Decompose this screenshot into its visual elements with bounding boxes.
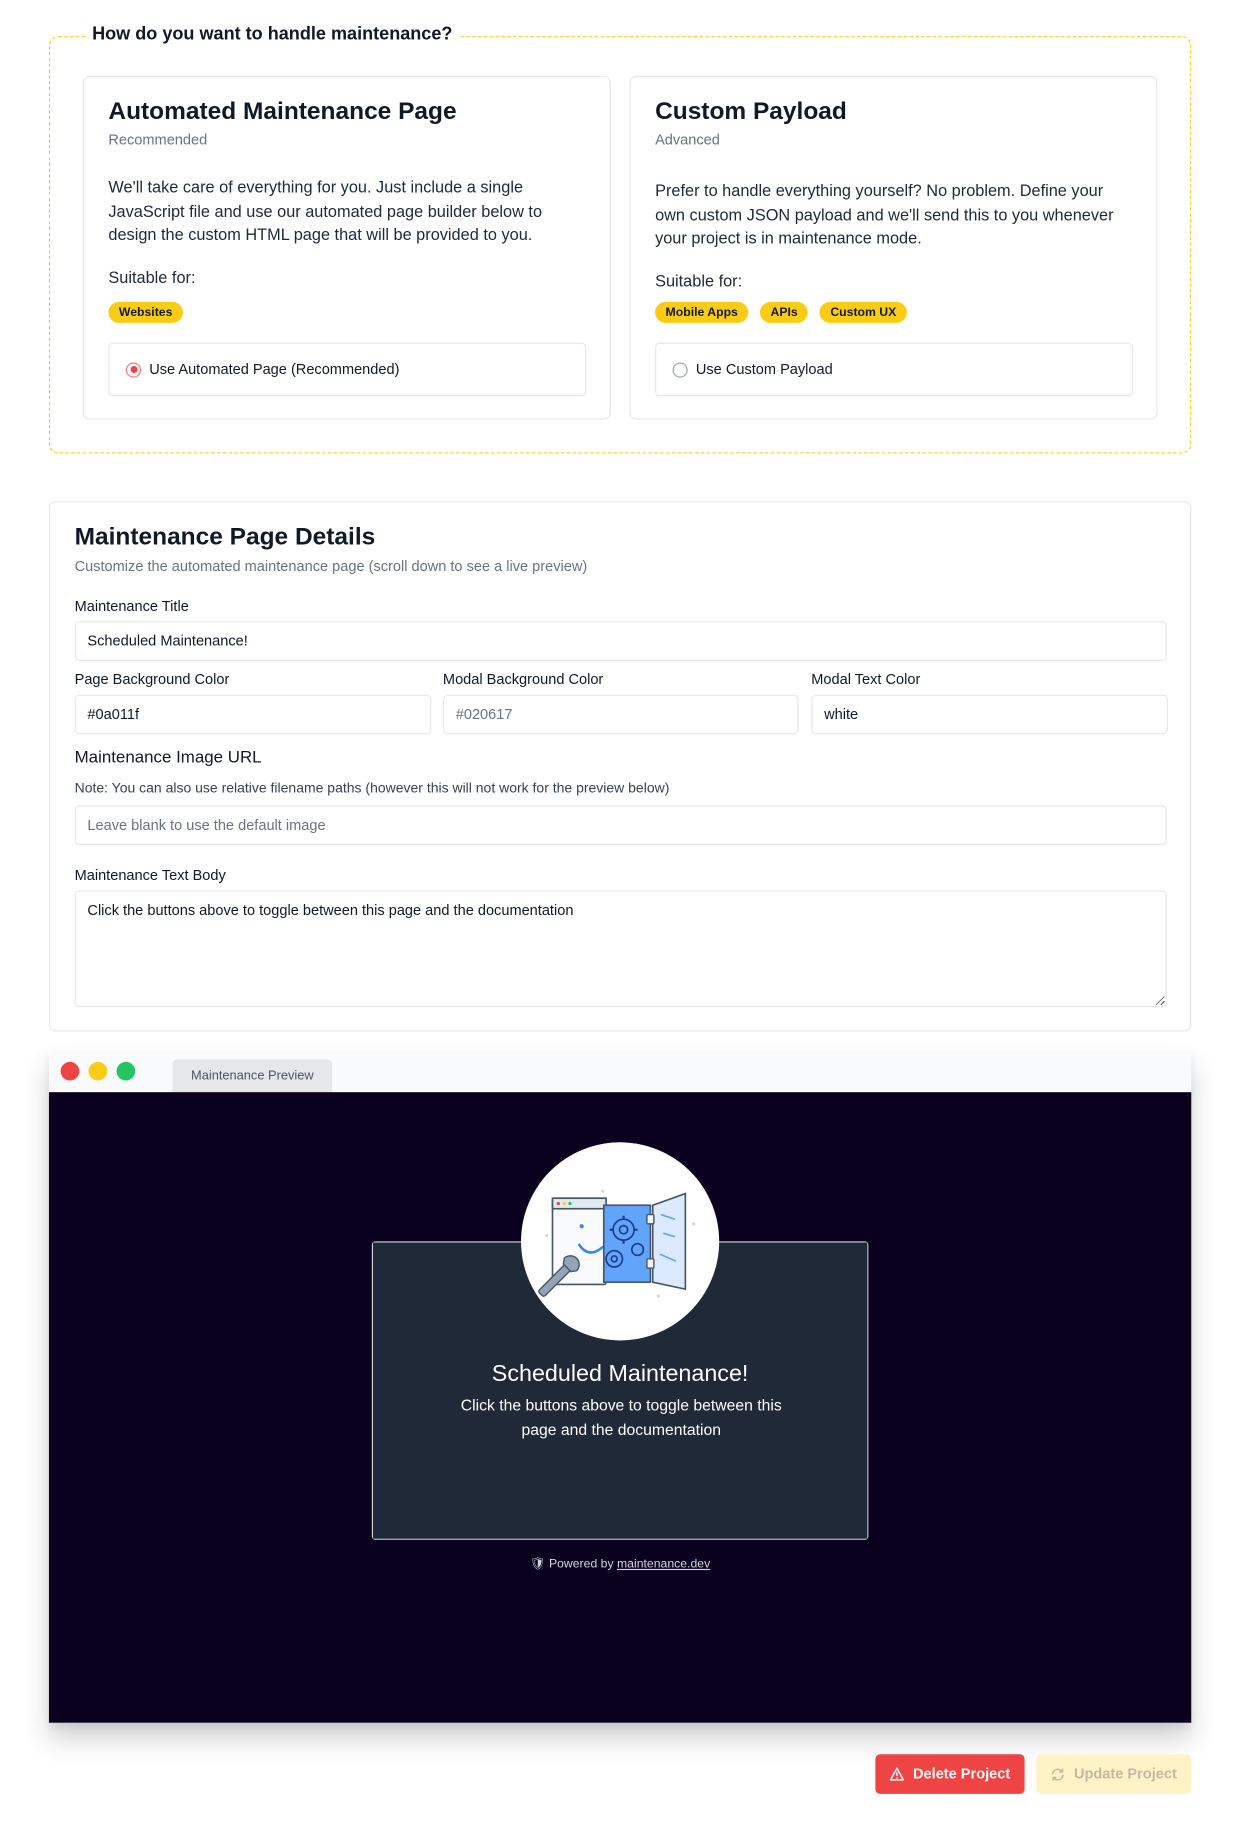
custom-option-label: Use Custom Payload: [695, 361, 833, 378]
powered-by-footer: 🛡︎ Powered by maintenance.dev: [49, 1556, 1191, 1571]
use-automated-page-option[interactable]: Use Automated Page (Recommended): [108, 342, 587, 397]
refresh-icon: [1052, 1767, 1065, 1781]
modal-bg-color-input[interactable]: [442, 694, 799, 735]
shield-icon: 🛡︎: [529, 1557, 546, 1572]
tag-badge: Websites: [108, 301, 183, 323]
custom-tags: Mobile Apps APIs Custom UX: [655, 301, 907, 323]
preview-titlebar: Maintenance Preview: [48, 1051, 1192, 1093]
preview-modal-title: Scheduled Maintenance!: [491, 1361, 749, 1388]
update-project-button[interactable]: Update Project: [1036, 1754, 1192, 1794]
maintenance-title-label: Maintenance Title: [74, 597, 189, 615]
maintenance-dev-link[interactable]: maintenance.dev: [617, 1557, 710, 1571]
close-window-dot-icon: [60, 1061, 80, 1081]
custom-suitable-label: Suitable for:: [655, 271, 743, 291]
page-bg-color-label: Page Background Color: [74, 671, 230, 688]
custom-card-subtitle: Advanced: [655, 131, 720, 149]
details-subtitle: Customize the automated maintenance page…: [74, 558, 588, 575]
delete-project-label: Delete Project: [913, 1765, 1011, 1783]
use-custom-payload-option[interactable]: Use Custom Payload: [655, 342, 1133, 397]
delete-project-button[interactable]: Delete Project: [875, 1754, 1025, 1794]
image-url-label: Maintenance Image URL: [74, 748, 262, 767]
powered-by-prefix: Powered by: [548, 1557, 614, 1572]
automated-card-subtitle: Recommended: [108, 131, 208, 149]
text-body-textarea[interactable]: Click the buttons above to toggle betwee…: [74, 890, 1167, 1008]
update-project-label: Update Project: [1073, 1765, 1177, 1783]
automated-card-title: Automated Maintenance Page: [108, 97, 457, 125]
custom-radio[interactable]: [672, 361, 688, 378]
preview-modal-body: Click the buttons above to toggle betwee…: [460, 1396, 782, 1438]
details-title: Maintenance Page Details: [74, 523, 376, 551]
modal-text-color-input[interactable]: [811, 694, 1168, 735]
modal-text-color-label: Modal Text Color: [811, 671, 921, 688]
custom-payload-card[interactable]: Custom Payload Advanced Prefer to handle…: [629, 75, 1158, 420]
preview-screen: Scheduled Maintenance! Click the buttons…: [48, 1092, 1192, 1723]
maximize-window-dot-icon: [116, 1061, 136, 1081]
automated-tags: Websites: [108, 301, 183, 323]
tag-badge: APIs: [760, 301, 809, 323]
maintenance-mode-fieldset: How do you want to handle maintenance? A…: [48, 24, 1192, 454]
text-body-label: Maintenance Text Body: [74, 867, 226, 884]
maintenance-mode-legend: How do you want to handle maintenance?: [85, 24, 460, 46]
modal-bg-color-label: Modal Background Color: [442, 671, 604, 688]
warning-triangle-icon: [890, 1767, 905, 1781]
image-url-note: Note: You can also use relative filename…: [74, 779, 670, 797]
automated-page-card[interactable]: Automated Maintenance Page Recommended W…: [82, 75, 611, 420]
automated-suitable-label: Suitable for:: [108, 268, 196, 287]
maintenance-title-input[interactable]: [74, 621, 1167, 661]
automated-radio[interactable]: [125, 361, 142, 378]
maintenance-illustration-icon: [521, 1142, 720, 1341]
maintenance-details-panel: Maintenance Page Details Customize the a…: [48, 501, 1192, 1032]
automated-card-description: We'll take care of everything for you. J…: [108, 177, 543, 244]
page-bg-color-input[interactable]: [74, 694, 432, 735]
custom-card-description: Prefer to handle everything yourself? No…: [655, 180, 1114, 248]
preview-tab[interactable]: Maintenance Preview: [172, 1059, 333, 1093]
tag-badge: Custom UX: [819, 301, 907, 323]
automated-option-label: Use Automated Page (Recommended): [149, 361, 400, 378]
tag-badge: Mobile Apps: [655, 301, 749, 323]
minimize-window-dot-icon: [88, 1061, 108, 1081]
custom-card-title: Custom Payload: [655, 97, 847, 125]
image-url-input[interactable]: [74, 805, 1167, 846]
maintenance-preview-window: Maintenance Preview Scheduled Maintenanc…: [48, 1051, 1192, 1723]
